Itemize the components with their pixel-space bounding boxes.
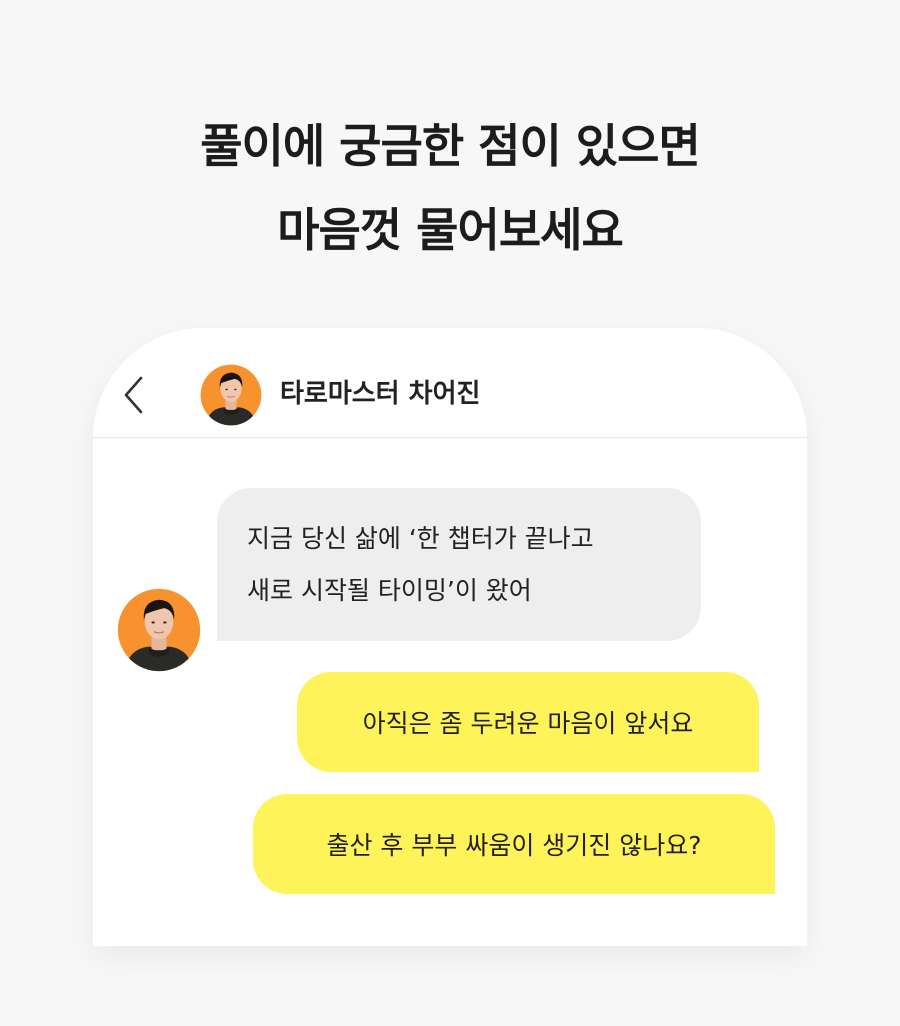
received-message-bubble: 지금 당신 삶에 ‘한 챕터가 끝나고 새로 시작될 타이밍’이 왔어 <box>217 488 701 641</box>
message-text: 아직은 좀 두려운 마음이 앞서요 <box>362 709 694 738</box>
sent-message-bubble: 아직은 좀 두려운 마음이 앞서요 <box>297 672 759 772</box>
headline: 풀이에 궁금한 점이 있으면 마음껏 물어보세요 <box>0 104 900 272</box>
headline-line-1: 풀이에 궁금한 점이 있으면 <box>200 119 701 173</box>
avatar[interactable] <box>200 364 262 426</box>
message-line: 새로 시작될 타이밍’이 왔어 <box>247 576 532 605</box>
chat-header: 타로마스터 차어진 <box>93 328 807 438</box>
chat-partner-name: 타로마스터 차어진 <box>280 379 481 409</box>
chevron-left-icon <box>124 376 143 414</box>
sent-message-bubble: 출산 후 부부 싸움이 생기진 않나요? <box>253 794 775 894</box>
headline-line-2: 마음껏 물어보세요 <box>277 203 624 257</box>
avatar[interactable] <box>117 588 201 672</box>
message-text: 출산 후 부부 싸움이 생기진 않나요? <box>326 831 702 860</box>
chat-screen: 타로마스터 차어진 지금 당신 삶에 ‘한 챕터가 끝나고 새로 시작될 타이밍… <box>93 328 807 946</box>
back-button[interactable] <box>119 374 149 416</box>
message-line: 지금 당신 삶에 ‘한 챕터가 끝나고 <box>247 524 594 553</box>
